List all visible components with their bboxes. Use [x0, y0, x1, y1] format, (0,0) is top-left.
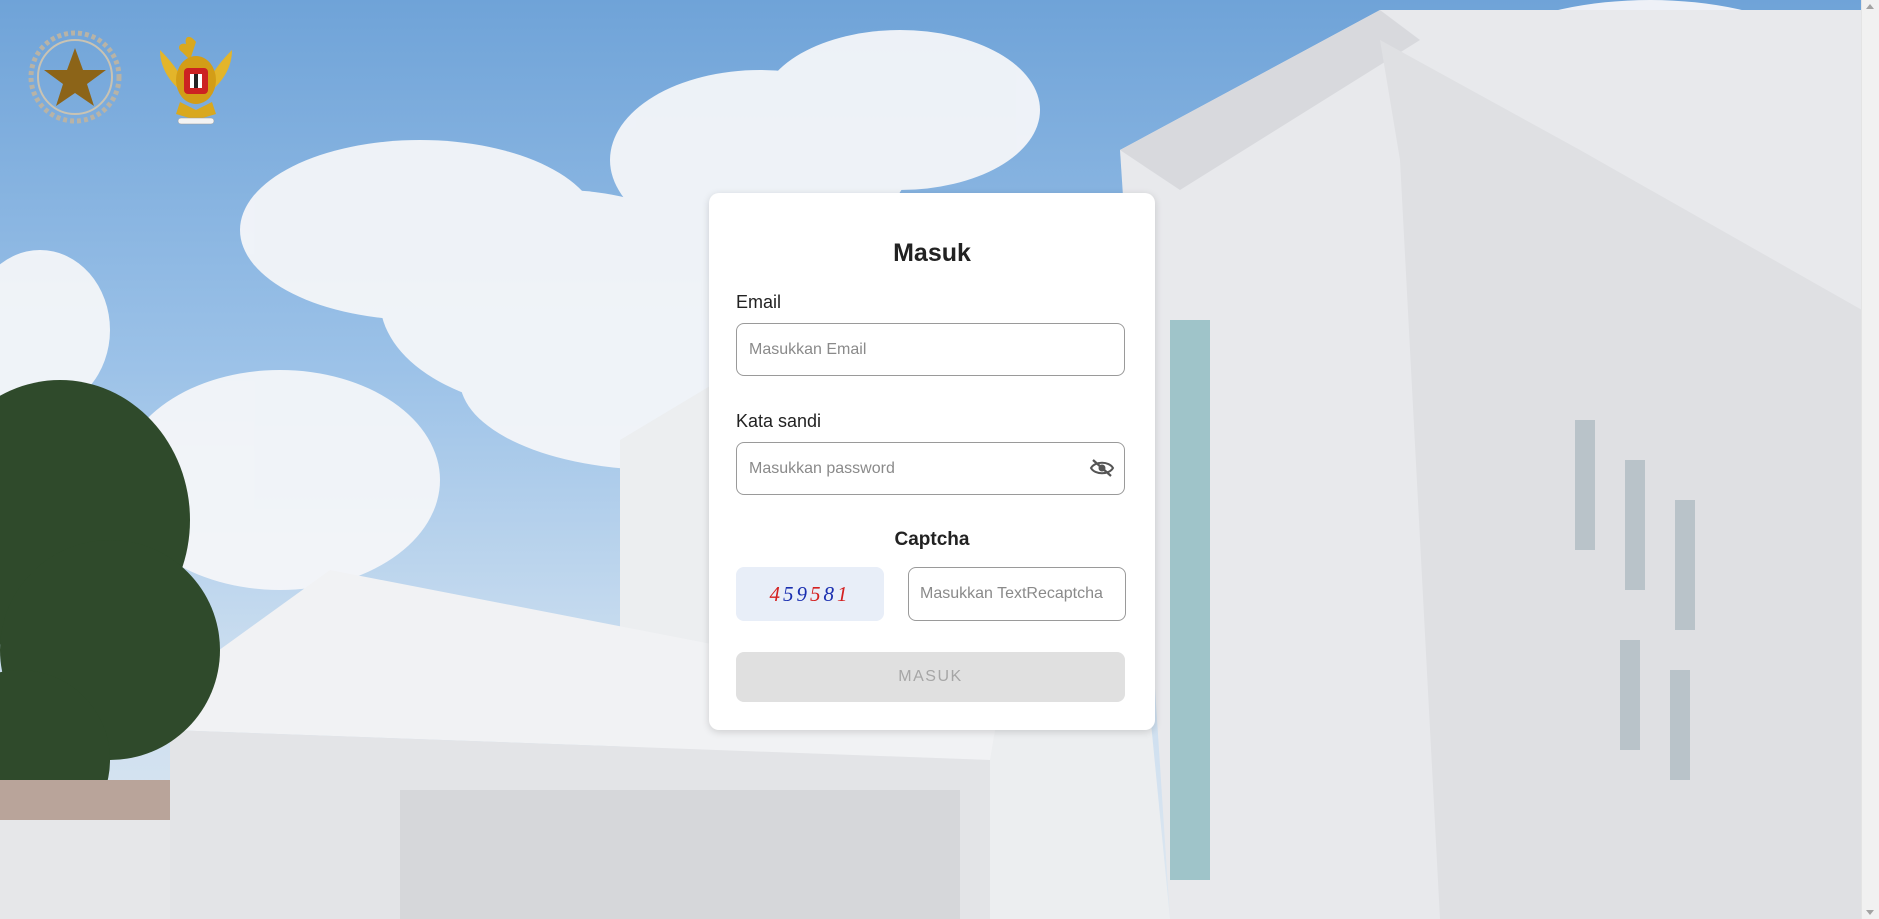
eye-slash-icon[interactable] [1089, 458, 1115, 478]
password-label: Kata sandi [736, 411, 822, 431]
password-field[interactable] [736, 442, 1125, 495]
login-card: Masuk Email Kata sandi Captcha 459581 MA… [709, 193, 1155, 730]
scroll-up-icon[interactable] [1866, 4, 1874, 9]
scrollbar[interactable] [1861, 0, 1879, 919]
captcha-image: 459581 [736, 567, 884, 621]
page-title: Masuk [893, 239, 971, 267]
captcha-digit: 1 [837, 581, 851, 606]
captcha-digit: 5 [810, 581, 824, 606]
captcha-digit: 8 [823, 581, 837, 606]
garuda-pancasila-logo [150, 30, 242, 128]
captcha-field[interactable] [908, 567, 1126, 621]
captcha-digit: 5 [783, 581, 797, 606]
captcha-label: Captcha [894, 529, 970, 550]
email-label: Email [736, 292, 782, 312]
submit-button[interactable]: MASUK [736, 652, 1125, 702]
star-emblem-logo [28, 30, 122, 124]
captcha-digit: 9 [796, 581, 810, 606]
scroll-down-icon[interactable] [1866, 910, 1874, 915]
captcha-digit: 4 [769, 581, 783, 606]
email-field[interactable] [736, 323, 1125, 376]
